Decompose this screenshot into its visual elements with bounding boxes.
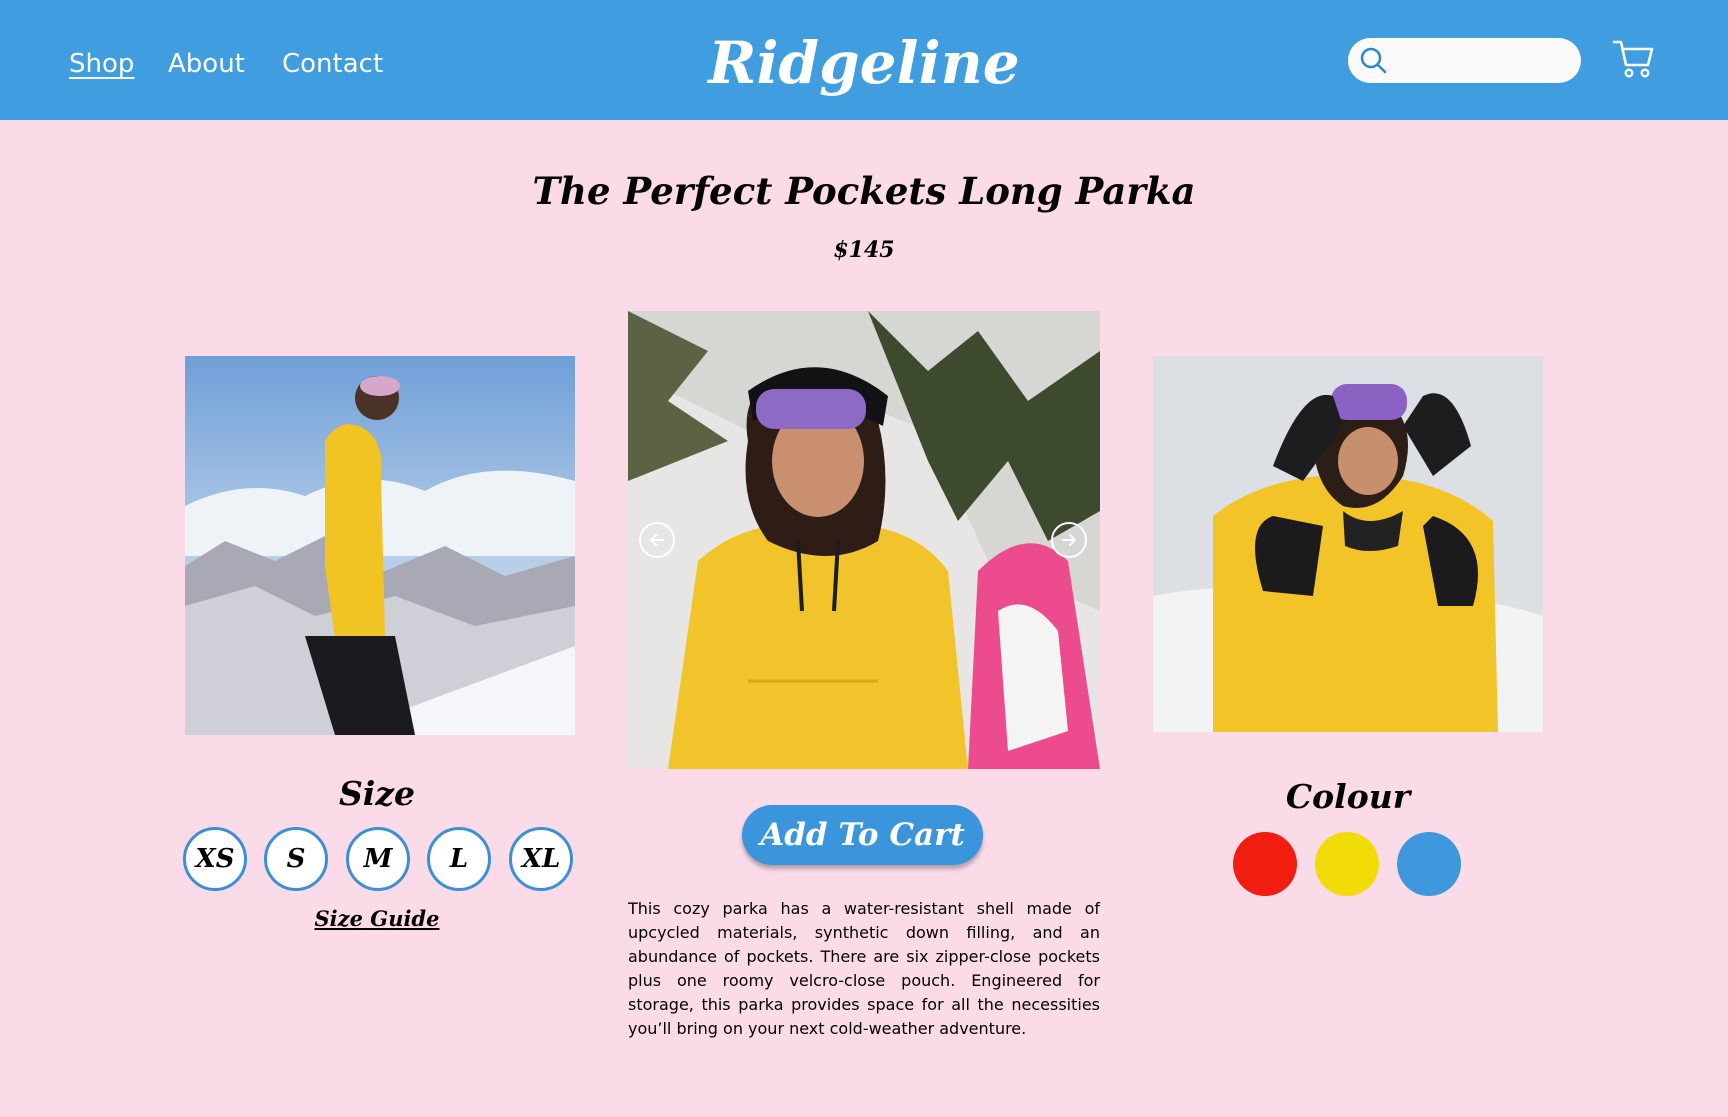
colour-swatch-red[interactable] xyxy=(1233,832,1297,896)
colour-swatch-yellow[interactable] xyxy=(1315,832,1379,896)
search-icon[interactable] xyxy=(1358,45,1390,77)
product-price: $145 xyxy=(833,237,895,263)
site-header: Shop About Contact Ridgeline xyxy=(0,0,1728,120)
carousel-prev-button[interactable] xyxy=(639,522,675,558)
size-option-xl[interactable]: XL xyxy=(509,827,573,891)
size-option-xs[interactable]: XS xyxy=(183,827,247,891)
colour-heading: Colour xyxy=(1285,777,1411,816)
size-heading: Size xyxy=(338,774,416,813)
size-guide-link[interactable]: Size Guide xyxy=(277,905,477,933)
add-to-cart-button[interactable]: Add To Cart xyxy=(742,805,983,865)
size-option-s[interactable]: S xyxy=(264,827,328,891)
carousel-next-button[interactable] xyxy=(1051,522,1087,558)
product-image-left[interactable] xyxy=(185,356,575,735)
search-input[interactable] xyxy=(1394,44,1573,78)
size-option-l[interactable]: L xyxy=(427,827,491,891)
arrow-right-icon xyxy=(1062,534,1076,546)
product-description: This cozy parka has a water-resistant sh… xyxy=(628,899,1100,1038)
product-title: The Perfect Pockets Long Parka xyxy=(532,169,1196,213)
product-image-right[interactable] xyxy=(1153,356,1543,732)
colour-swatch-blue[interactable] xyxy=(1397,832,1461,896)
cart-icon[interactable] xyxy=(1612,38,1656,80)
arrow-left-icon xyxy=(650,534,664,546)
search-box[interactable] xyxy=(1348,38,1581,83)
size-option-m[interactable]: M xyxy=(346,827,410,891)
product-image-main[interactable] xyxy=(628,311,1100,769)
